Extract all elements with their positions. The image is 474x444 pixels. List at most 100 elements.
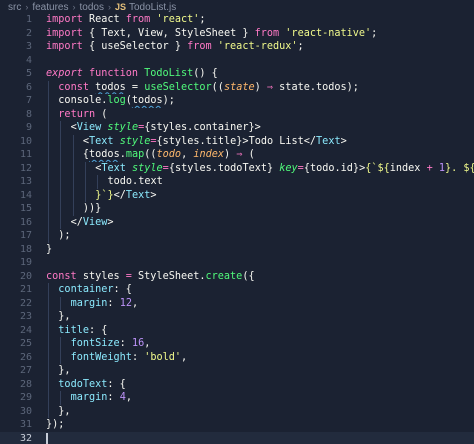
code-token: StyleSheet — [174, 27, 243, 39]
code-line[interactable]: 22 margin: 12, — [0, 296, 474, 310]
code-token: > — [254, 122, 261, 133]
code-line[interactable]: 28 todoText: { — [0, 377, 474, 391]
code-line[interactable]: 11 {todos.map((todo, index) ⇒ ( — [0, 148, 474, 162]
code-line[interactable]: 21 container: { — [0, 283, 474, 297]
code-text: ); — [58, 229, 70, 243]
code-line[interactable]: 30}, — [0, 404, 474, 418]
code-token: : { — [107, 378, 126, 390]
code-line[interactable]: 20 const styles = StyleSheet.create({ — [0, 270, 474, 284]
line-number: 26 — [19, 351, 32, 363]
line-number: 2 — [25, 27, 32, 39]
line-number: 15 — [19, 203, 32, 214]
code-token: from — [254, 27, 286, 39]
indent-guide — [48, 364, 49, 378]
line-number: 31 — [19, 419, 32, 430]
code-line[interactable]: 32 — [0, 431, 474, 444]
line-number: 4 — [25, 54, 32, 66]
code-line[interactable]: 18} — [0, 243, 474, 257]
code-line[interactable]: 31}); — [0, 418, 474, 432]
code-text: }, — [58, 364, 70, 378]
indent-guide — [84, 175, 86, 189]
code-token: ) — [254, 81, 267, 93]
code-line[interactable]: 27}, — [0, 364, 474, 378]
code-line[interactable]: 5 export function TodoList() { — [0, 67, 474, 81]
code-token: todos — [89, 149, 120, 160]
code-line[interactable]: 24 title: { — [0, 323, 474, 338]
indent-guide — [60, 188, 62, 202]
code-text: ))} — [83, 202, 101, 216]
indent-guide — [60, 148, 62, 162]
breadcrumb-item-file[interactable]: TodoList.js — [129, 2, 176, 13]
line-number: 7 — [25, 95, 32, 106]
code-line[interactable]: 15))} — [0, 202, 474, 216]
code-line[interactable]: 3 import { useSelector } from 'react-redu… — [0, 40, 474, 54]
line-number: 27 — [19, 365, 32, 376]
indent-guide — [48, 296, 49, 310]
code-token: ; — [371, 27, 378, 39]
code-token: ; — [297, 41, 304, 52]
code-line[interactable]: 10 <Text style={styles.title}>Todo List</… — [0, 134, 474, 149]
code-text: </View> — [71, 216, 114, 230]
code-token: , — [144, 338, 151, 349]
code-line[interactable]: 29 margin: 4, — [0, 391, 474, 405]
code-line[interactable]: 8 return ( — [0, 107, 474, 122]
code-line[interactable]: 13 todo.text — [0, 175, 474, 189]
breadcrumb-item-src[interactable]: src — [8, 2, 21, 13]
code-line[interactable]: 9 <View style={styles.container}> — [0, 121, 474, 135]
code-token: { — [88, 27, 102, 39]
indent-guide — [60, 296, 62, 310]
code-token: import — [46, 14, 89, 25]
code-token: TodoList — [144, 68, 194, 79]
code-line[interactable]: 16 </View> — [0, 215, 474, 230]
breadcrumb-item-todos[interactable]: todos — [79, 2, 103, 13]
code-token: console — [58, 95, 102, 106]
code-editor[interactable]: src › features › todos › JS TodoList.js 1 import… — [0, 0, 474, 444]
code-text: }`}</Text> — [95, 189, 156, 203]
code-line[interactable]: 7 console.log(todos); — [0, 94, 474, 108]
code-line[interactable]: 26 fontWeight: 'bold', — [0, 350, 474, 365]
code-token: }, — [58, 405, 71, 417]
code-token: text — [138, 176, 163, 187]
line-number: 14 — [19, 189, 32, 201]
code-token: container — [193, 122, 249, 133]
code-line[interactable]: 23}, — [0, 310, 474, 324]
indent-guide — [48, 323, 49, 337]
indent-guide — [48, 391, 49, 405]
code-token: : { — [88, 324, 108, 336]
code-line[interactable]: 25 fontSize: 16, — [0, 337, 474, 351]
code-token: margin — [70, 297, 108, 309]
code-text: return ( — [58, 108, 107, 122]
code-text: fontWeight: 'bold', — [71, 351, 188, 365]
code-line[interactable]: 14 }`}</Text> — [0, 188, 474, 203]
code-line[interactable]: 19 — [0, 256, 474, 270]
code-text: title: { — [58, 324, 107, 338]
code-line[interactable]: 12 <Text style={styles.todoText} key={tod… — [0, 161, 474, 175]
code-token: (( — [144, 149, 157, 160]
code-token: styles — [82, 270, 126, 282]
code-text: todo.text — [108, 175, 163, 189]
code-text: import { Text, View, StyleSheet } from '… — [46, 27, 377, 41]
line-number: 30 — [19, 405, 32, 417]
code-token: ( — [248, 149, 255, 160]
code-text: <Text style={styles.title}>Todo List</Te… — [83, 135, 347, 149]
code-token: map — [125, 149, 145, 160]
code-line[interactable]: 4 — [0, 54, 474, 68]
code-token: }`} — [95, 189, 114, 201]
breadcrumb-item-features[interactable]: features — [32, 2, 68, 13]
code-token: ⇒ — [266, 81, 280, 93]
line-number: 19 — [19, 257, 32, 268]
code-line[interactable]: 6 const todos = useSelector((state) ⇒ sta… — [0, 80, 474, 94]
code-line[interactable]: 1 import React from 'react'; — [0, 13, 474, 27]
code-line[interactable]: 2 import { Text, View, StyleSheet } from … — [0, 27, 474, 41]
indent-guide — [48, 161, 49, 175]
code-token: ⇒ — [236, 149, 249, 160]
code-line[interactable]: 17); — [0, 229, 474, 243]
code-token: View — [82, 216, 108, 228]
indent-guide — [48, 310, 49, 324]
code-token: { — [88, 41, 102, 52]
indent-guide — [48, 148, 49, 162]
code-text: const styles = StyleSheet.create({ — [46, 270, 255, 284]
code-text: fontSize: 16, — [71, 337, 151, 351]
code-token: todos — [315, 81, 347, 93]
code-lines[interactable]: 1 import React from 'react'; 2 import { Tex… — [0, 13, 474, 444]
